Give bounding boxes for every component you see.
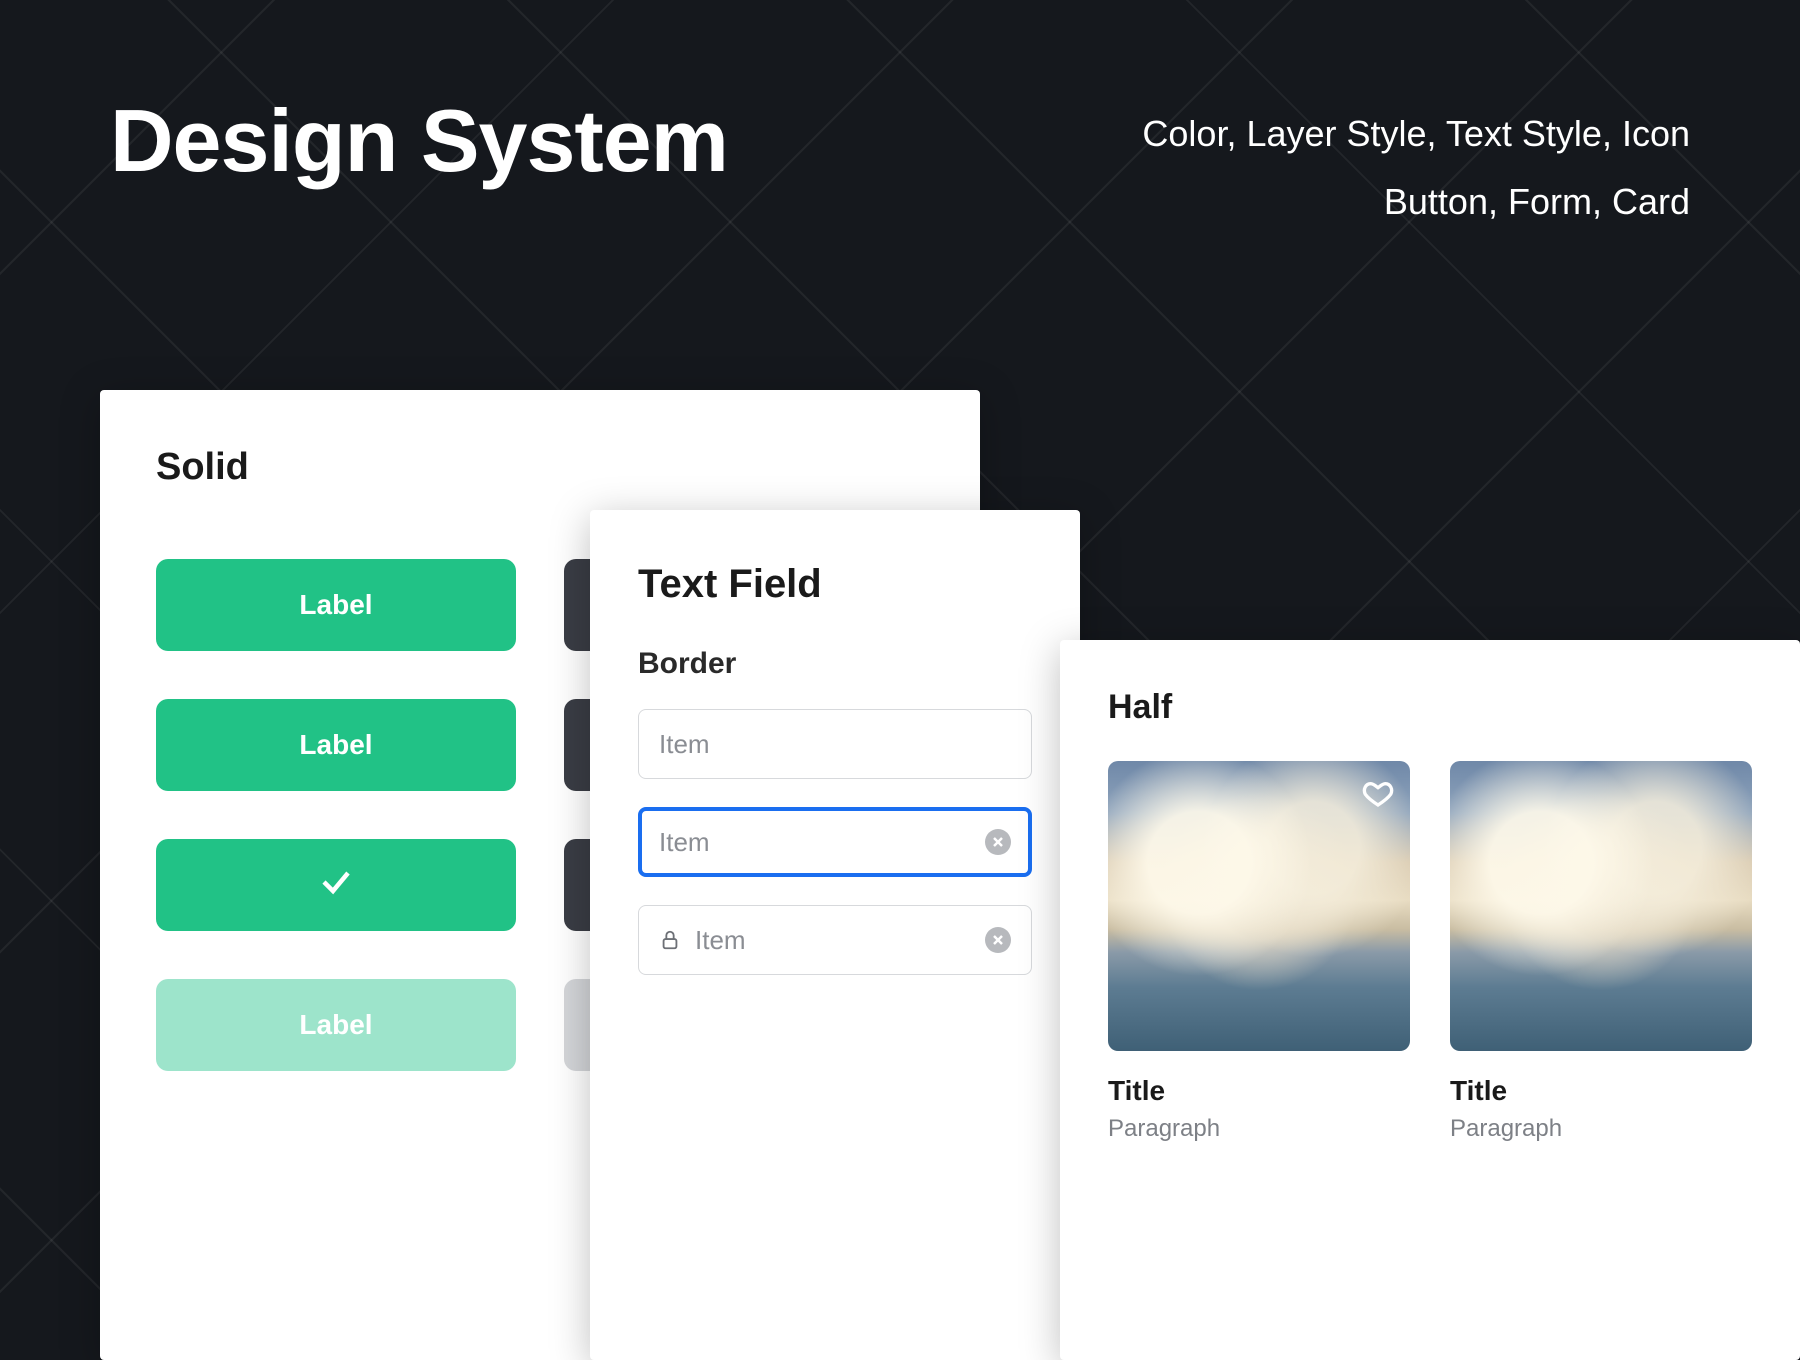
textfield-panel-subheading: Border [638, 647, 1032, 681]
button-label: Label [299, 729, 372, 761]
text-input-locked[interactable]: Item [638, 905, 1032, 975]
textfield-panel: Text Field Border Item Item Item [590, 510, 1080, 1360]
button-primary-green[interactable]: Label [156, 699, 516, 791]
card-item[interactable]: Title Paragraph [1108, 761, 1410, 1143]
button-icon-green[interactable] [156, 839, 516, 931]
card-image [1108, 761, 1410, 1051]
text-input-placeholder: Item [659, 729, 1011, 760]
button-primary-green[interactable]: Label [156, 559, 516, 651]
card-row: Title Paragraph Title Paragraph [1108, 761, 1752, 1143]
card-paragraph: Paragraph [1450, 1115, 1752, 1143]
header: Design System Color, Layer Style, Text S… [110, 90, 1690, 237]
button-disabled-green: Label [156, 979, 516, 1071]
card-paragraph: Paragraph [1108, 1115, 1410, 1143]
cards-panel-heading: Half [1108, 688, 1752, 727]
button-label: Label [299, 589, 372, 621]
heart-icon[interactable] [1362, 777, 1394, 814]
card-image [1450, 761, 1752, 1051]
page-title: Design System [110, 90, 728, 192]
text-input-placeholder: Item [659, 827, 985, 858]
card-title: Title [1108, 1075, 1410, 1107]
clear-icon[interactable] [985, 829, 1011, 855]
header-subtitle-line1: Color, Layer Style, Text Style, Icon [1142, 100, 1690, 168]
header-subtitle-line2: Button, Form, Card [1142, 168, 1690, 236]
cards-panel: Half Title Paragraph Title Paragraph [1060, 640, 1800, 1360]
card-title: Title [1450, 1075, 1752, 1107]
card-item[interactable]: Title Paragraph [1450, 761, 1752, 1143]
lock-icon [659, 929, 681, 951]
buttons-panel-heading: Solid [156, 446, 924, 489]
clear-icon[interactable] [985, 927, 1011, 953]
text-input-default[interactable]: Item [638, 709, 1032, 779]
check-icon [318, 864, 354, 907]
button-label: Label [299, 1009, 372, 1041]
textfield-panel-heading: Text Field [638, 562, 1032, 607]
text-input-placeholder: Item [695, 925, 985, 956]
header-subtitle: Color, Layer Style, Text Style, Icon But… [1142, 100, 1690, 237]
text-input-focused[interactable]: Item [638, 807, 1032, 877]
